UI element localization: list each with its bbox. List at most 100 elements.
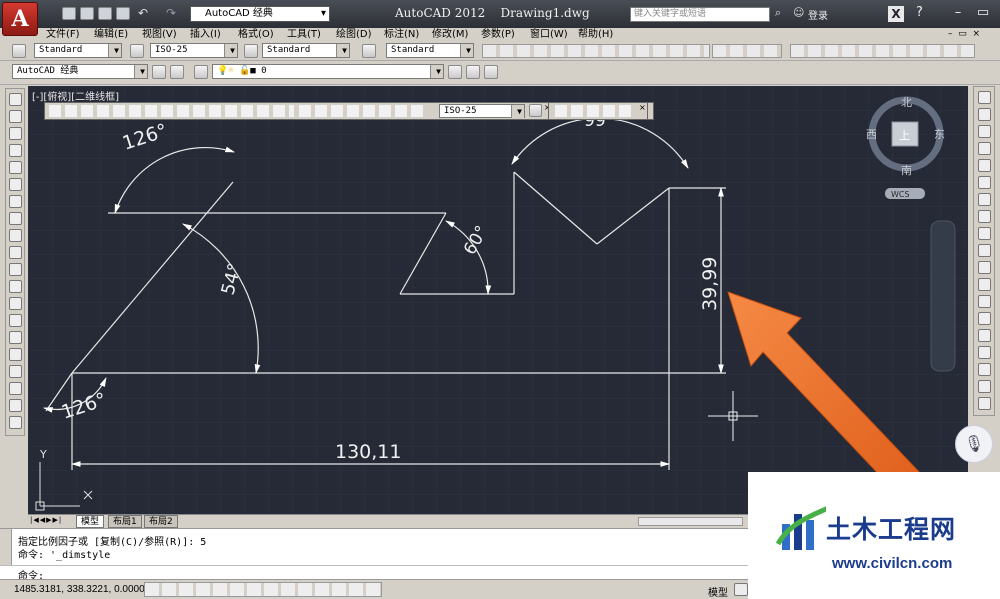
mirror-icon[interactable]: [978, 125, 991, 138]
break-icon[interactable]: [978, 295, 991, 308]
layer-properties-icon[interactable]: [194, 65, 208, 79]
insert-block-icon[interactable]: [9, 280, 22, 293]
join-icon[interactable]: [978, 312, 991, 325]
coordinate-readout[interactable]: 1485.3181, 338.3221, 0.0000: [14, 584, 145, 595]
model-space-button[interactable]: 模型: [708, 584, 728, 599]
explode-icon[interactable]: [978, 363, 991, 376]
gradient-icon[interactable]: [9, 348, 22, 361]
revision-cloud-icon[interactable]: [9, 212, 22, 225]
autocad-logo-icon[interactable]: A: [2, 2, 38, 36]
text-style-select[interactable]: Standard ▼: [34, 43, 122, 58]
table-style-select[interactable]: Standard ▼: [262, 43, 350, 58]
ellipse-icon[interactable]: [9, 246, 22, 259]
ellipse-arc-icon[interactable]: [9, 263, 22, 276]
mleader-style-select[interactable]: Standard ▼: [386, 43, 474, 58]
viewcube-wcs[interactable]: WCS: [891, 190, 910, 199]
dim-vertical[interactable]: 39,99: [699, 257, 721, 311]
multiline-text-icon[interactable]: [9, 399, 22, 412]
microphone-icon[interactable]: 🎙: [955, 425, 993, 463]
point-icon[interactable]: [9, 314, 22, 327]
viewcube-south[interactable]: 南: [901, 164, 912, 177]
tab-model[interactable]: 模型: [76, 515, 105, 528]
layer-previous-icon[interactable]: [466, 65, 480, 79]
add-selected-icon[interactable]: [9, 416, 22, 429]
region-icon[interactable]: [9, 365, 22, 378]
dim-style-select[interactable]: ISO-25 ▼: [150, 43, 238, 58]
table-style-icon[interactable]: [244, 44, 258, 58]
dim-style-icon[interactable]: [130, 44, 144, 58]
circle-icon[interactable]: [9, 195, 22, 208]
horizontal-scrollbar[interactable]: [638, 517, 743, 526]
search-icon[interactable]: ⌕: [775, 6, 781, 20]
menu-help[interactable]: 帮助(H): [578, 28, 613, 41]
stretch-icon[interactable]: [978, 227, 991, 240]
viewcube-north[interactable]: 北: [901, 96, 912, 109]
menu-file[interactable]: 文件(F): [46, 28, 80, 41]
menu-draw[interactable]: 绘图(D): [336, 28, 372, 41]
new-icon[interactable]: [62, 7, 76, 20]
menu-view[interactable]: 视图(V): [142, 28, 177, 41]
hatch-icon[interactable]: [9, 331, 22, 344]
spline-icon[interactable]: [9, 229, 22, 242]
layer-iso-icon[interactable]: [978, 397, 991, 410]
arc-icon[interactable]: [9, 178, 22, 191]
minimize-button[interactable]: –: [945, 4, 971, 24]
open-icon[interactable]: [80, 7, 94, 20]
break-at-point-icon[interactable]: [978, 278, 991, 291]
workspace-select[interactable]: AutoCAD 经典: [190, 6, 330, 22]
undo-icon[interactable]: ↶: [138, 6, 148, 20]
help-icon[interactable]: ?: [916, 5, 923, 20]
layer-select[interactable]: 💡☼ 🔓■ 0 ▼: [212, 64, 444, 79]
workspace-settings-icon[interactable]: [152, 65, 166, 79]
drawing-canvas[interactable]: 126° 54° 126° 60° 99 39,99 130,11 Y 北 南 …: [28, 86, 968, 514]
text-style-icon[interactable]: [12, 44, 26, 58]
redo-icon[interactable]: ↷: [166, 6, 176, 20]
command-input[interactable]: 命令:: [0, 565, 748, 582]
line-icon[interactable]: [9, 93, 22, 106]
array-icon[interactable]: [978, 159, 991, 172]
draw-order-icon[interactable]: [978, 380, 991, 393]
extend-icon[interactable]: [978, 261, 991, 274]
menu-tools[interactable]: 工具(T): [287, 28, 321, 41]
login-link[interactable]: 登录: [808, 7, 828, 22]
dimension-style-manager-icon[interactable]: [529, 104, 542, 117]
print-icon[interactable]: [116, 7, 130, 20]
trim-icon[interactable]: [978, 244, 991, 257]
undo-redo-icons[interactable]: [712, 44, 782, 58]
tab-layout2[interactable]: 布局2: [144, 515, 178, 528]
move-icon[interactable]: [978, 176, 991, 189]
menu-format[interactable]: 格式(O): [238, 28, 274, 41]
rotate-icon[interactable]: [978, 193, 991, 206]
menu-insert[interactable]: 插入(I): [190, 28, 221, 41]
standard-toolbar-icons[interactable]: [482, 44, 710, 58]
scale-icon[interactable]: [978, 210, 991, 223]
menu-parametric[interactable]: 参数(P): [481, 28, 515, 41]
viewcube-west[interactable]: 西: [866, 128, 877, 141]
tab-layout1[interactable]: 布局1: [108, 515, 142, 528]
dimension-tool-icons[interactable]: [49, 105, 294, 117]
polygon-icon[interactable]: [9, 144, 22, 157]
menu-minimize-button[interactable]: – ▭ ×: [948, 29, 980, 39]
dimension-edit-icons[interactable]: [299, 105, 427, 117]
polyline-icon[interactable]: [9, 127, 22, 140]
table-icon[interactable]: [9, 382, 22, 395]
tab-navigation-arrows[interactable]: |◀◀▶▶|: [30, 516, 62, 524]
copy-icon[interactable]: [978, 108, 991, 121]
construction-line-icon[interactable]: [9, 110, 22, 123]
chamfer-icon[interactable]: [978, 329, 991, 342]
customize-icon[interactable]: [170, 65, 184, 79]
viewcube-east[interactable]: 东: [934, 128, 945, 141]
search-input[interactable]: 键入关键字或短语: [630, 7, 770, 22]
menu-dimension[interactable]: 标注(N): [384, 28, 419, 41]
dimension-toolbar-style-select[interactable]: ISO-25 ▼: [439, 104, 525, 118]
exchange-icon[interactable]: X: [888, 6, 904, 22]
menu-modify[interactable]: 修改(M): [432, 28, 468, 41]
save-icon[interactable]: [98, 7, 112, 20]
maximize-button[interactable]: ▭: [970, 4, 996, 24]
mleader-style-icon[interactable]: [362, 44, 376, 58]
model-layout-toggle-icon[interactable]: [734, 583, 748, 596]
viewport-controls[interactable]: [-][俯视][二维线框]: [32, 88, 119, 103]
drafting-settings-toggles[interactable]: [144, 582, 382, 597]
text-height-icons[interactable]: [555, 105, 633, 117]
viewcube-top-face[interactable]: 上: [899, 129, 910, 142]
